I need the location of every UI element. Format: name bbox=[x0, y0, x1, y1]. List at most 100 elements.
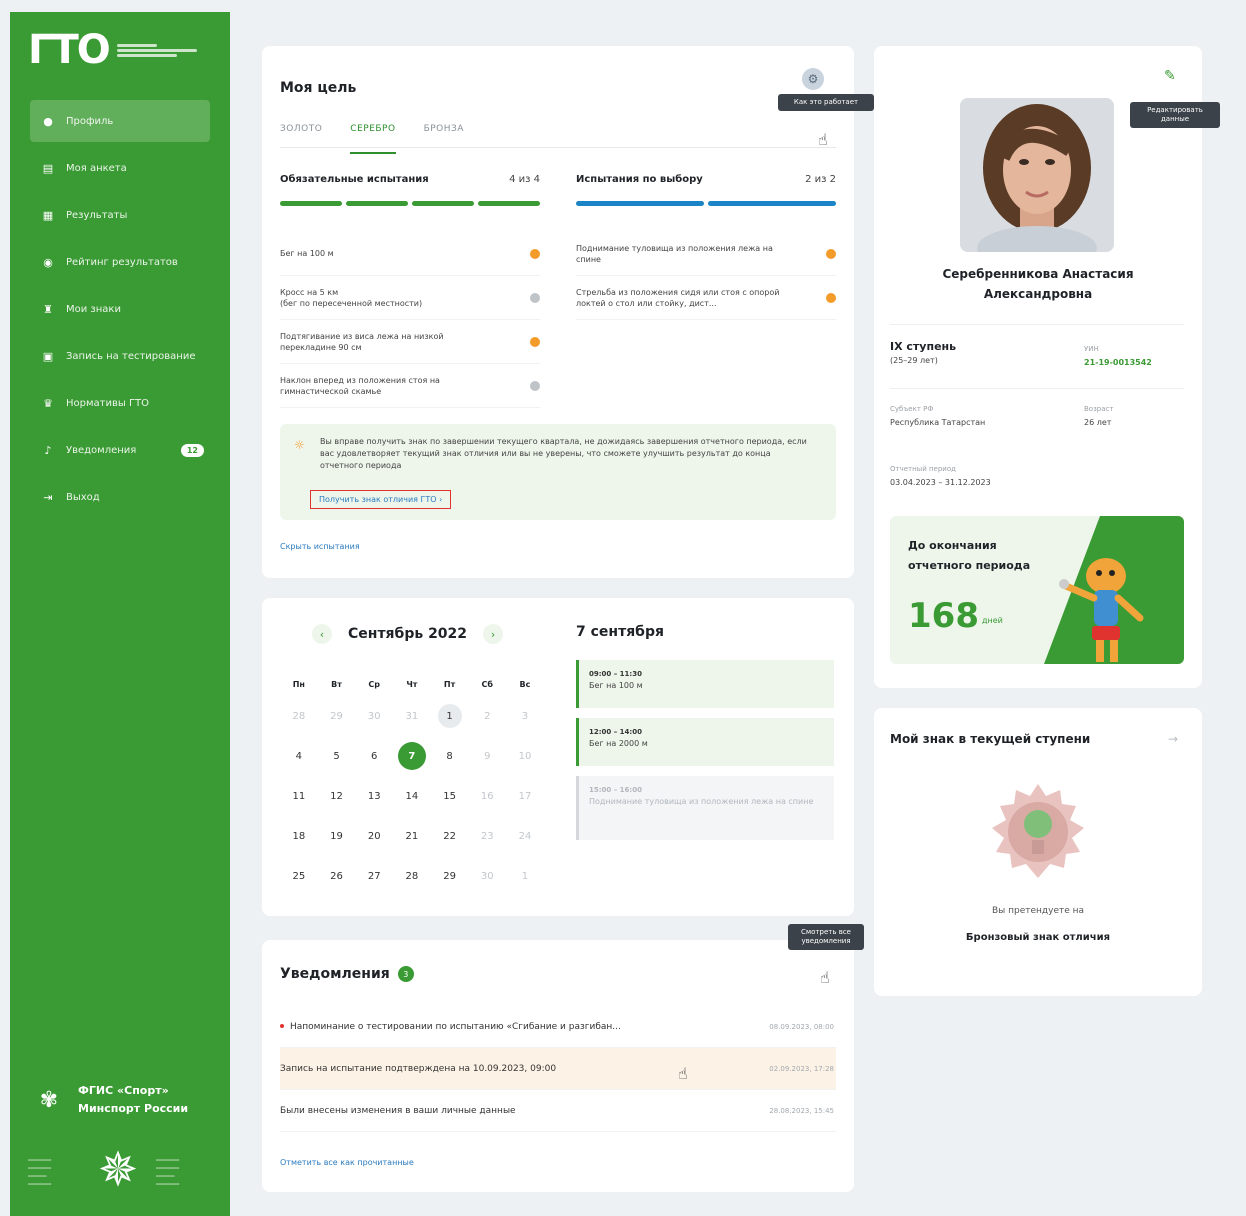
test-item[interactable]: Кросс на 5 км (бег по пересеченной местн… bbox=[280, 276, 540, 320]
stage-age: (25–29 лет) bbox=[890, 356, 938, 365]
sidebar-nav: ● Профиль ▤ Моя анкета ▦ Результаты ◉ Ре… bbox=[30, 100, 210, 523]
calendar-day-number: 19 bbox=[330, 830, 343, 842]
calendar-day[interactable]: 26 bbox=[318, 856, 356, 896]
mandatory-count: 4 из 4 bbox=[509, 174, 540, 185]
calendar-day[interactable]: 24 bbox=[506, 816, 544, 856]
calendar-day[interactable]: 28 bbox=[280, 696, 318, 736]
calendar-day[interactable]: 12 bbox=[318, 776, 356, 816]
calendar-day-number: 31 bbox=[405, 710, 419, 722]
calendar-day[interactable]: 1 bbox=[506, 856, 544, 896]
prev-month-button[interactable]: ‹ bbox=[312, 624, 332, 644]
notification-row[interactable]: Были внесены изменения в ваши личные дан… bbox=[280, 1090, 836, 1132]
age-label: Возраст bbox=[1084, 405, 1114, 413]
gto-logo[interactable]: ГТО bbox=[28, 30, 197, 70]
calendar-day[interactable]: 2 bbox=[468, 696, 506, 736]
get-badge-link[interactable]: Получить знак отличия ГТО › bbox=[310, 490, 452, 509]
edit-icon[interactable]: ✎ bbox=[1164, 68, 1176, 84]
tab-bronze[interactable]: БРОНЗА bbox=[424, 124, 464, 147]
calendar-day[interactable]: 16 bbox=[468, 776, 506, 816]
goal-tabs: ЗОЛОТО СЕРЕБРО БРОНЗА bbox=[280, 124, 836, 154]
event-slot[interactable]: 12:00 – 14:00 Бег на 2000 м bbox=[576, 718, 834, 766]
calendar-day[interactable]: 21 bbox=[393, 816, 431, 856]
event-slot[interactable]: 09:00 – 11:30 Бег на 100 м bbox=[576, 660, 834, 708]
calendar-day-number: 8 bbox=[446, 750, 453, 762]
test-item[interactable]: Наклон вперед из положения стоя на гимна… bbox=[280, 364, 540, 408]
calendar-day[interactable]: 15 bbox=[431, 776, 469, 816]
sidebar-item-standards[interactable]: ♛ Нормативы ГТО bbox=[30, 382, 210, 424]
calendar-day[interactable]: 18 bbox=[280, 816, 318, 856]
sidebar-item-rating[interactable]: ◉ Рейтинг результатов bbox=[30, 241, 210, 283]
sidebar-item-notifications[interactable]: ♪ Уведомления 12 bbox=[30, 429, 210, 471]
sidebar-partners: ▁▁▁▁▁ ▁▁▁▁▁ ▁▁▁▁ ▁▁▁▁▁ ✵ ▁▁▁▁▁ ▁▁▁▁▁ ▁▁▁▁ ▁▁▁▁… bbox=[28, 1142, 208, 1198]
event-name: Бег на 100 м bbox=[589, 681, 643, 690]
calendar-day[interactable]: 25 bbox=[280, 856, 318, 896]
sidebar-item-badges[interactable]: ♜ Мои знаки bbox=[30, 288, 210, 330]
calendar-day[interactable]: 17 bbox=[506, 776, 544, 816]
partner-logo-left: ▁▁▁▁▁ ▁▁▁▁▁ ▁▁▁▁ ▁▁▁▁▁ bbox=[28, 1154, 52, 1185]
tab-gold[interactable]: ЗОЛОТО bbox=[280, 124, 322, 147]
calendar-day[interactable]: 14 bbox=[393, 776, 431, 816]
notification-row[interactable]: Запись на испытание подтверждена на 10.0… bbox=[280, 1048, 836, 1090]
sidebar-item-questionnaire[interactable]: ▤ Моя анкета bbox=[30, 147, 210, 189]
calendar-day[interactable]: 31 bbox=[393, 696, 431, 736]
calendar-day[interactable]: 22 bbox=[431, 816, 469, 856]
calendar-day-number: 30 bbox=[480, 870, 494, 882]
hide-tests-link[interactable]: Скрыть испытания bbox=[280, 542, 360, 551]
calendar-day-number: 30 bbox=[367, 710, 381, 722]
badge-name: Бронзовый знак отличия bbox=[965, 932, 1111, 943]
pretend-text: Вы претендуете на bbox=[991, 906, 1085, 916]
calendar-day[interactable]: 30 bbox=[468, 856, 506, 896]
test-item[interactable]: Стрельба из положения сидя или стоя с оп… bbox=[576, 276, 836, 320]
event-name: Бег на 2000 м bbox=[589, 739, 648, 748]
mandatory-tests: Обязательные испытания 4 из 4 Бег на 100… bbox=[280, 174, 540, 408]
test-item[interactable]: Поднимание туловища из положения лежа на… bbox=[576, 232, 836, 276]
see-all-arrow-icon[interactable]: ☝ bbox=[820, 968, 830, 987]
selected-day-title: 7 сентября bbox=[576, 624, 664, 640]
calendar-day[interactable]: 3 bbox=[506, 696, 544, 736]
partner-logo-right: ▁▁▁▁▁ ▁▁▁▁▁ ▁▁▁▁ ▁▁▁▁▁ bbox=[156, 1154, 180, 1185]
event-slot[interactable]: 15:00 – 16:00 Поднимание туловища из поло… bbox=[576, 776, 834, 840]
calendar-day[interactable]: 19 bbox=[318, 816, 356, 856]
calendar-day[interactable]: 10 bbox=[506, 736, 544, 776]
mark-all-read-link[interactable]: Отметить все как прочитанные bbox=[280, 1158, 414, 1167]
table-icon: ▦ bbox=[42, 208, 54, 222]
calendar-day[interactable]: 11 bbox=[280, 776, 318, 816]
stage: IX ступень bbox=[890, 340, 957, 353]
notification-row[interactable]: Напоминание о тестировании по испытанию … bbox=[280, 1006, 836, 1048]
avatar bbox=[960, 98, 1114, 252]
calendar-day-selected[interactable]: 7 bbox=[393, 736, 431, 776]
month-title: Сентябрь 2022 bbox=[348, 626, 468, 642]
calendar-day[interactable]: 6 bbox=[355, 736, 393, 776]
calendar-day[interactable]: 1 bbox=[431, 696, 469, 736]
calendar-day[interactable]: 20 bbox=[355, 816, 393, 856]
calendar-day[interactable]: 28 bbox=[393, 856, 431, 896]
sidebar-item-testing[interactable]: ▣ Запись на тестирование bbox=[30, 335, 210, 377]
calendar-day[interactable]: 29 bbox=[318, 696, 356, 736]
calendar-day[interactable]: 9 bbox=[468, 736, 506, 776]
sidebar-item-label: Рейтинг результатов bbox=[66, 256, 178, 268]
calendar-day-number: 26 bbox=[330, 870, 343, 882]
calendar-day[interactable]: 4 bbox=[280, 736, 318, 776]
sidebar-item-results[interactable]: ▦ Результаты bbox=[30, 194, 210, 236]
footer-line1: ФГИС «Спорт» bbox=[78, 1084, 169, 1097]
weekday-header: Вс bbox=[519, 679, 531, 689]
calendar-day[interactable]: 27 bbox=[355, 856, 393, 896]
sidebar-item-logout[interactable]: ⇥ Выход bbox=[30, 476, 210, 518]
calendar-day-number: 11 bbox=[292, 790, 306, 802]
calendar-day[interactable]: 29 bbox=[431, 856, 469, 896]
calendar-day[interactable]: 30 bbox=[355, 696, 393, 736]
arrow-right-icon[interactable]: → bbox=[1168, 732, 1178, 746]
calendar-day[interactable]: 8 bbox=[431, 736, 469, 776]
next-month-button[interactable]: › bbox=[483, 624, 504, 644]
sidebar-item-profile[interactable]: ● Профиль bbox=[30, 100, 210, 142]
status-dot bbox=[530, 248, 540, 259]
calendar-day[interactable]: 13 bbox=[355, 776, 393, 816]
test-item[interactable]: Подтягивание из виса лежа на низкой пере… bbox=[280, 320, 540, 364]
test-item[interactable]: Бег на 100 м bbox=[280, 232, 540, 276]
calendar-day[interactable]: 23 bbox=[468, 816, 506, 856]
tab-silver[interactable]: СЕРЕБРО bbox=[350, 124, 396, 154]
sidebar-item-label: Мои знаки bbox=[66, 303, 121, 315]
star-logo-icon: ✵ bbox=[97, 1142, 139, 1198]
calendar-day[interactable]: 5 bbox=[318, 736, 356, 776]
help-icon[interactable]: ⚙ bbox=[802, 68, 824, 90]
